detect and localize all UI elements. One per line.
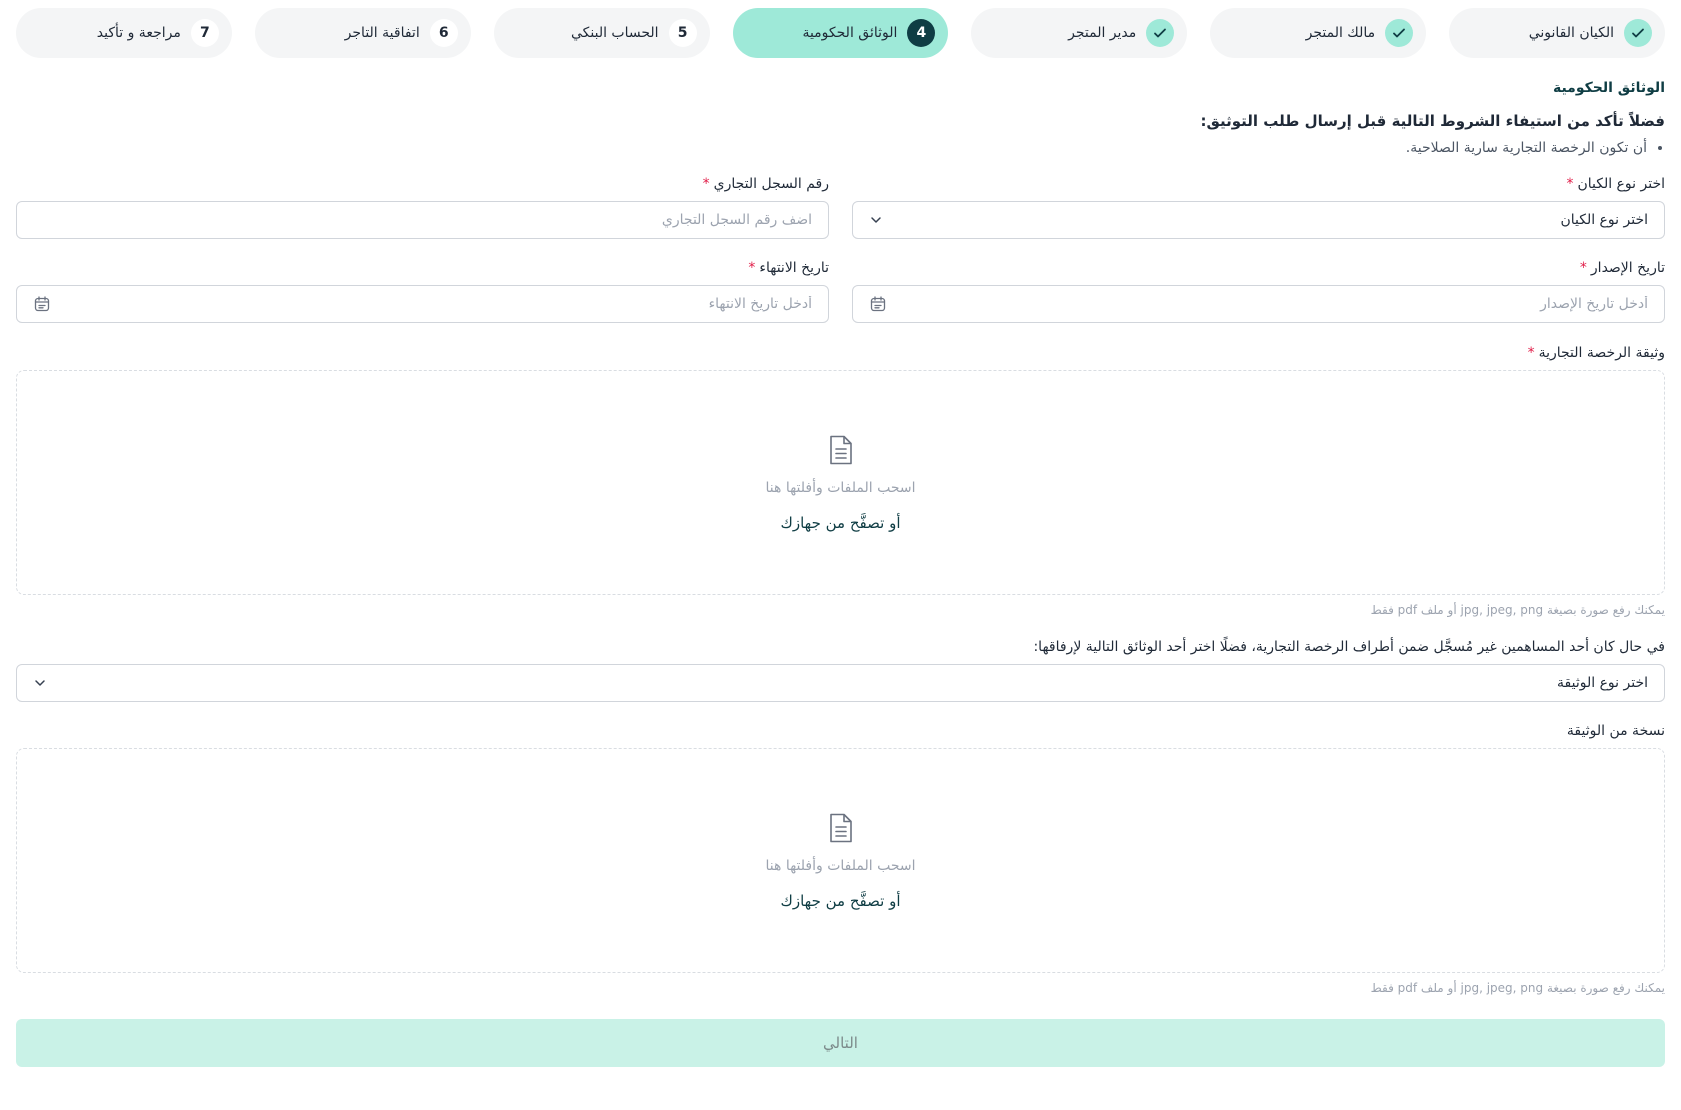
step-number-badge: 6	[429, 19, 458, 47]
section-title: الوثائق الحكومية	[1552, 80, 1665, 96]
step-government-documents[interactable]: 4 الوثائق الحكومية	[732, 8, 949, 58]
required-mark: *	[748, 260, 756, 276]
field-label-text: تاريخ الانتهاء	[759, 260, 829, 276]
step-store-manager[interactable]: مدير المتجر	[971, 8, 1188, 58]
entity-type-select[interactable]: اختر نوع الكيان	[852, 201, 1665, 239]
browse-device-link[interactable]: أو تصفَّح من جهازك	[781, 892, 901, 910]
required-mark: *	[1579, 260, 1587, 276]
issue-date-label: تاريخ الإصدار*	[852, 259, 1665, 277]
drag-drop-text: اسحب الملفات وأفلتها هنا	[765, 857, 916, 874]
file-format-hint: يمكنك رفع صورة بصيغة jpg, jpeg, png أو م…	[1370, 981, 1665, 995]
step-store-owner[interactable]: مالك المتجر	[1210, 8, 1427, 58]
step-label: الكيان القانوني	[1528, 25, 1614, 41]
form-row-entity: اختر نوع الكيان* اختر نوع الكيان رقم الس…	[16, 175, 1665, 239]
field-label-text: اختر نوع الكيان	[1577, 176, 1665, 192]
required-mark: *	[1527, 345, 1535, 361]
drag-drop-text: اسحب الملفات وأفلتها هنا	[765, 479, 916, 496]
calendar-icon[interactable]	[33, 295, 51, 313]
step-number-badge: 5	[668, 19, 697, 47]
doc-copy-dropzone[interactable]: اسحب الملفات وأفلتها هنا أو تصفَّح من جه…	[16, 748, 1665, 973]
step-label: مدير المتجر	[1068, 25, 1137, 41]
merchant-onboarding-page: الكيان القانوني مالك المتجر مدير المتجر …	[0, 0, 1681, 1110]
step-done-badge	[1146, 19, 1175, 47]
next-button[interactable]: التالي	[16, 1019, 1665, 1067]
check-icon	[1154, 28, 1167, 38]
entity-type-value: اختر نوع الكيان	[1560, 212, 1648, 228]
cr-number-field-box	[16, 201, 829, 239]
expiry-date-field-box	[16, 285, 829, 323]
required-mark: *	[702, 176, 710, 192]
browse-device-link[interactable]: أو تصفَّح من جهازك	[781, 514, 901, 532]
step-label: مراجعة و تأكيد	[96, 25, 181, 41]
document-icon	[826, 812, 856, 844]
entity-type-label: اختر نوع الكيان*	[852, 175, 1665, 193]
file-format-hint: يمكنك رفع صورة بصيغة jpg, jpeg, png أو م…	[1370, 603, 1665, 617]
cr-number-input[interactable]	[33, 212, 812, 228]
step-label: مالك المتجر	[1305, 25, 1376, 41]
requirements-list: أن تكون الرخصة التجارية سارية الصلاحية.	[16, 140, 1665, 156]
onboarding-stepper: الكيان القانوني مالك المتجر مدير المتجر …	[15, 8, 1665, 58]
step-number-badge: 7	[190, 19, 219, 47]
shareholder-doc-type-label: في حال كان أحد المساهمين غير مُسجَّل ضمن…	[1033, 639, 1665, 655]
step-label: اتفاقية التاجر	[344, 25, 420, 41]
step-done-badge	[1624, 19, 1652, 47]
calendar-icon[interactable]	[869, 295, 887, 313]
shareholder-doc-type-group: في حال كان أحد المساهمين غير مُسجَّل ضمن…	[16, 638, 1665, 702]
step-review-confirm[interactable]: 7 مراجعة و تأكيد	[15, 8, 232, 58]
step-legal-entity[interactable]: الكيان القانوني	[1449, 8, 1665, 58]
field-label-text: وثيقة الرخصة التجارية	[1538, 345, 1665, 361]
shareholder-doc-type-select[interactable]: اختر نوع الوثيقة	[16, 664, 1665, 702]
document-icon	[826, 434, 856, 466]
expiry-date-label: تاريخ الانتهاء*	[16, 259, 829, 277]
issue-date-group: تاريخ الإصدار*	[852, 259, 1665, 323]
chevron-down-icon	[33, 676, 47, 690]
step-label: الوثائق الحكومية	[802, 25, 898, 41]
form-row-dates: تاريخ الإصدار* تاريخ الانتهاء*	[16, 259, 1665, 323]
expiry-date-input[interactable]	[51, 296, 812, 312]
doc-copy-label: نسخة من الوثيقة	[1566, 723, 1665, 739]
doc-copy-group: نسخة من الوثيقة اسحب الملفات وأفلتها هنا…	[16, 722, 1665, 995]
step-done-badge	[1385, 19, 1414, 47]
check-icon	[1632, 28, 1644, 38]
step-number-badge: 4	[907, 19, 936, 47]
shareholder-doc-type-value: اختر نوع الوثيقة	[1557, 675, 1648, 691]
entity-type-group: اختر نوع الكيان* اختر نوع الكيان	[852, 175, 1665, 239]
verification-instructions: فضلاً تأكد من استيفاء الشروط التالية قبل…	[1200, 112, 1665, 130]
required-mark: *	[1566, 176, 1574, 192]
license-doc-dropzone[interactable]: اسحب الملفات وأفلتها هنا أو تصفَّح من جه…	[16, 370, 1665, 595]
check-icon	[1393, 28, 1406, 38]
chevron-down-icon	[869, 213, 883, 227]
cr-number-group: رقم السجل التجاري*	[16, 175, 829, 239]
requirement-item: أن تكون الرخصة التجارية سارية الصلاحية.	[16, 140, 1647, 156]
step-merchant-agreement[interactable]: 6 اتفاقية التاجر	[254, 8, 471, 58]
issue-date-field-box	[852, 285, 1665, 323]
expiry-date-group: تاريخ الانتهاء*	[16, 259, 829, 323]
issue-date-input[interactable]	[887, 296, 1648, 312]
license-doc-group: وثيقة الرخصة التجارية* اسحب الملفات وأفل…	[16, 344, 1665, 617]
actions-bar: التالي	[16, 1019, 1665, 1067]
license-doc-label: وثيقة الرخصة التجارية*	[16, 344, 1665, 362]
cr-number-label: رقم السجل التجاري*	[16, 175, 829, 193]
step-bank-account[interactable]: 5 الحساب البنكي	[493, 8, 710, 58]
field-label-text: رقم السجل التجاري	[713, 176, 829, 192]
step-label: الحساب البنكي	[570, 25, 659, 41]
field-label-text: تاريخ الإصدار	[1590, 260, 1665, 276]
